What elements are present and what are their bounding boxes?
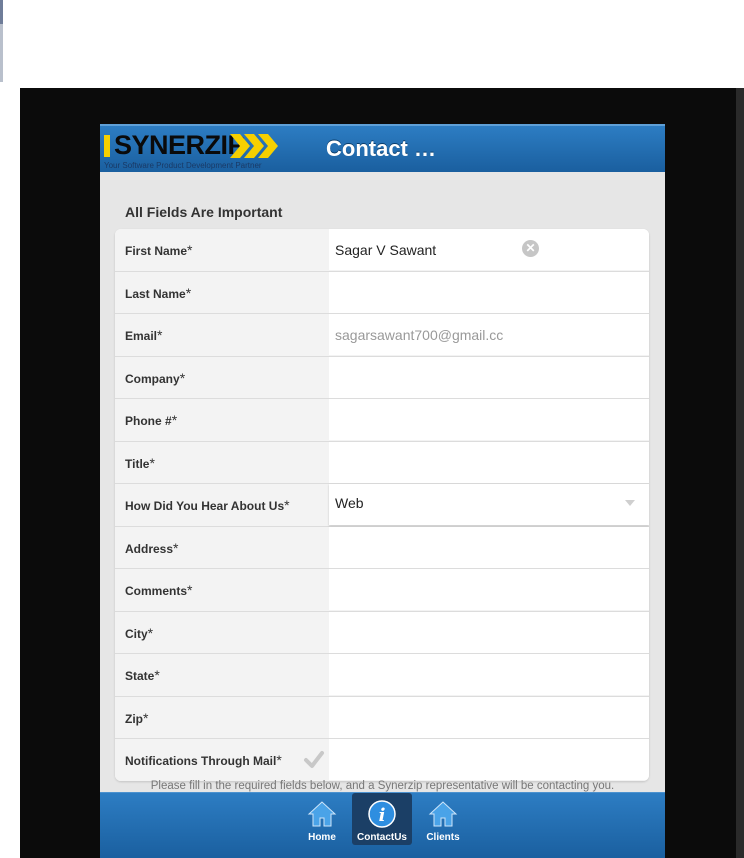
phone-label-text: Phone # [125,414,172,428]
logo-text: SYNERZIP [114,130,246,160]
required-mark: * [185,284,192,301]
clear-input-icon[interactable]: ✕ [522,240,539,257]
email-input[interactable] [329,314,649,355]
info-icon: i [368,800,396,828]
state-label-text: State [125,669,155,683]
form-row-phone: Phone #* [115,399,649,442]
required-mark: * [187,582,193,598]
app-screen: SYNERZIP Your Software Product Developme… [100,124,665,858]
last-name-label-text: Last Name [125,286,186,301]
logo-arrows-icon [230,134,278,158]
synerzip-logo: SYNERZIP Your Software Product Developme… [102,130,278,170]
company-label-text: Company [125,371,180,386]
form-content: All Fields Are Important First Name* ✕ L… [100,172,665,792]
company-input[interactable] [329,356,649,398]
city-input[interactable] [329,611,649,653]
tab-home-label: Home [308,832,336,843]
logo-tagline: Your Software Product Development Partne… [104,161,262,170]
form-row-how-heard: How Did You Hear About Us* Web [115,484,649,527]
required-mark: * [154,667,160,683]
contact-form: First Name* ✕ Last Name* Email* Company*… [115,229,649,781]
tab-contactus[interactable]: i ContactUs [352,793,412,845]
home-icon [428,801,458,827]
window-corner-accent [0,0,3,24]
zip-label: Zip* [125,697,148,738]
address-label-text: Address [125,541,174,556]
comments-label: Comments* [125,569,192,610]
phone-label: Phone #* [125,399,177,440]
form-row-city: City* [115,611,649,654]
last-name-label: Last Name* [125,272,191,313]
title-label: Title* [125,442,155,483]
bottom-tab-bar: Home i ContactUs Clients [100,792,665,858]
how-heard-label: How Did You Hear About Us* [125,484,290,525]
logo-yellow-bar [104,135,110,157]
form-row-notifications: Notifications Through Mail* [115,739,649,781]
tab-clients[interactable]: Clients [413,793,473,845]
form-row-email: Email* [115,314,649,357]
tab-clients-label: Clients [426,832,460,843]
email-label: Email* [125,314,162,355]
required-mark: * [157,327,163,343]
how-heard-label-text: How Did You Hear About Us [125,499,285,513]
first-name-label-text: First Name [125,244,188,258]
state-input[interactable] [329,654,649,695]
chevron-down-icon [625,500,635,506]
how-heard-select[interactable]: Web [329,484,649,525]
required-mark: * [143,709,149,726]
zip-input[interactable] [329,696,649,738]
first-name-label: First Name* [125,229,192,270]
notifications-label-text: Notifications Through Mail [125,754,277,768]
form-row-title: Title* [115,441,649,484]
form-row-zip: Zip* [115,696,649,739]
required-mark: * [276,752,282,768]
svg-text:i: i [379,805,386,826]
title-label-text: Title [125,456,150,471]
tab-home[interactable]: Home [292,793,352,845]
form-row-last-name: Last Name* [115,271,649,314]
title-input[interactable] [329,441,649,483]
tab-contactus-label: ContactUs [356,832,407,843]
required-mark: * [173,539,179,556]
app-header: SYNERZIP Your Software Product Developme… [100,124,665,172]
form-row-address: Address* [115,526,649,569]
required-mark: * [187,242,193,258]
form-heading: All Fields Are Important [125,204,283,220]
comments-label-text: Comments [125,584,188,598]
checkmark-icon[interactable] [303,749,325,771]
tablet-edge [736,88,744,858]
city-label-text: City [125,626,148,641]
how-heard-selected-value: Web [335,495,364,511]
form-row-comments: Comments* [115,569,649,612]
required-mark: * [171,412,178,428]
form-row-state: State* [115,654,649,697]
form-row-first-name: First Name* ✕ [115,229,649,272]
email-label-text: Email [125,329,158,343]
last-name-input[interactable] [329,271,649,313]
form-row-company: Company* [115,356,649,399]
phone-input[interactable] [329,399,649,440]
home-icon [307,801,337,827]
required-mark: * [284,497,290,513]
notifications-label: Notifications Through Mail* [125,739,282,780]
address-input[interactable] [329,526,649,568]
first-name-input[interactable] [329,229,649,270]
zip-label-text: Zip [125,711,143,726]
required-mark: * [179,369,186,386]
form-notice: Please fill in the required fields below… [150,780,615,792]
notifications-field-area [329,739,649,780]
required-mark: * [149,454,155,471]
page-title: Contact … [326,136,436,161]
city-label: City* [125,612,153,653]
address-label: Address* [125,527,178,568]
comments-input[interactable] [329,569,649,610]
state-label: State* [125,654,160,695]
required-mark: * [147,624,154,641]
company-label: Company* [125,357,185,398]
